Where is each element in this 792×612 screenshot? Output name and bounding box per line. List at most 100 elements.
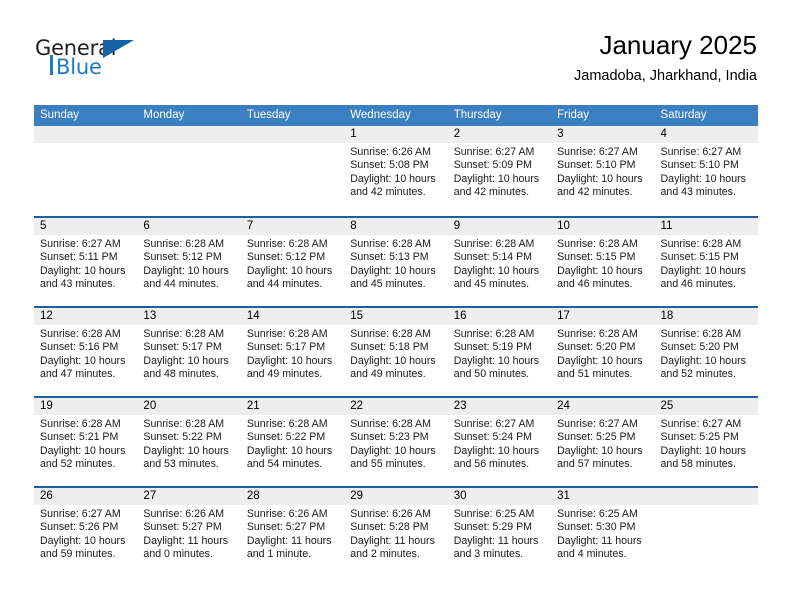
day-details: Sunrise: 6:25 AM Sunset: 5:30 PM Daylight:… — [551, 505, 655, 576]
calendar-day-cell[interactable]: 20 Sunrise: 6:28 AM Sunset: 5:22 PM Dayligh… — [137, 398, 241, 486]
day-details: Sunrise: 6:27 AM Sunset: 5:10 PM Daylight:… — [654, 143, 758, 214]
calendar-day-cell[interactable]: 15 Sunrise: 6:28 AM Sunset: 5:18 PM Dayligh… — [344, 308, 448, 396]
day-number: 7 — [240, 218, 345, 235]
day-detail-line: Sunset: 5:26 PM — [40, 521, 119, 534]
day-details: Sunrise: 6:28 AM Sunset: 5:15 PM Daylight:… — [654, 235, 758, 306]
calendar-cell-empty — [240, 126, 345, 216]
day-detail-line: Sunrise: 6:27 AM — [453, 146, 535, 158]
day-number: 15 — [344, 308, 448, 325]
day-number: 21 — [240, 398, 345, 415]
day-detail-line: Sunrise: 6:27 AM — [557, 146, 638, 158]
weekday-header-tuesday: Tuesday — [246, 109, 291, 121]
day-number: 14 — [240, 308, 345, 325]
day-detail-line: Sunrise: 6:28 AM — [40, 418, 121, 430]
calendar-day-cell[interactable]: 18 Sunrise: 6:28 AM Sunset: 5:20 PM Dayligh… — [654, 308, 758, 396]
general-blue-logo[interactable]: General Blue — [35, 36, 155, 84]
day-number: 31 — [551, 488, 655, 505]
day-detail-line: Sunrise: 6:28 AM — [453, 328, 535, 340]
calendar-day-cell[interactable]: 28 Sunrise: 6:26 AM Sunset: 5:27 PM Dayligh… — [240, 488, 345, 576]
day-detail-line: Sunrise: 6:26 AM — [350, 146, 431, 158]
day-detail-line: Daylight: 10 hours — [660, 172, 746, 185]
calendar-page: General Blue January 2025 Jamadoba, Jhar… — [0, 0, 792, 612]
calendar-day-cell[interactable]: 7 Sunrise: 6:28 AM Sunset: 5:12 PM Daylight… — [240, 218, 345, 306]
calendar-day-cell[interactable]: 30 Sunrise: 6:25 AM Sunset: 5:29 PM Dayligh… — [447, 488, 552, 576]
day-detail-line: and 3 minutes. — [453, 548, 524, 561]
title-block: January 2025 Jamadoba, Jharkhand, India — [574, 28, 757, 87]
calendar-day-cell[interactable]: 6 Sunrise: 6:28 AM Sunset: 5:12 PM Daylight… — [137, 218, 241, 306]
day-details: Sunrise: 6:27 AM Sunset: 5:10 PM Daylight:… — [551, 143, 655, 214]
calendar-day-cell[interactable]: 21 Sunrise: 6:28 AM Sunset: 5:22 PM Dayligh… — [240, 398, 345, 486]
calendar-day-cell[interactable]: 22 Sunrise: 6:28 AM Sunset: 5:23 PM Dayligh… — [344, 398, 448, 486]
calendar-day-cell[interactable]: 23 Sunrise: 6:27 AM Sunset: 5:24 PM Dayligh… — [447, 398, 552, 486]
calendar-day-cell[interactable]: 26 Sunrise: 6:27 AM Sunset: 5:26 PM Dayligh… — [34, 488, 138, 576]
day-detail-line: Daylight: 10 hours — [453, 444, 540, 457]
day-details: Sunrise: 6:27 AM Sunset: 5:09 PM Daylight:… — [447, 143, 552, 214]
day-details: Sunrise: 6:27 AM Sunset: 5:25 PM Daylight:… — [551, 415, 655, 486]
day-detail-line: Daylight: 10 hours — [40, 534, 126, 547]
day-details: Sunrise: 6:28 AM Sunset: 5:17 PM Daylight:… — [240, 325, 345, 396]
day-detail-line: and 42 minutes. — [557, 186, 633, 199]
calendar-day-cell[interactable]: 16 Sunrise: 6:28 AM Sunset: 5:19 PM Dayligh… — [447, 308, 552, 396]
calendar-day-cell[interactable]: 1 Sunrise: 6:26 AM Sunset: 5:08 PM Daylight… — [344, 126, 448, 216]
calendar-day-cell[interactable]: 3 Sunrise: 6:27 AM Sunset: 5:10 PM Daylight… — [551, 126, 655, 216]
day-detail-line: Sunrise: 6:25 AM — [453, 508, 535, 520]
day-detail-line: Daylight: 10 hours — [40, 444, 126, 457]
calendar-week-row: 5 Sunrise: 6:27 AM Sunset: 5:11 PM Daylight… — [34, 216, 758, 306]
day-detail-line: Sunrise: 6:28 AM — [40, 328, 121, 340]
calendar-day-cell[interactable]: 10 Sunrise: 6:28 AM Sunset: 5:15 PM Dayligh… — [551, 218, 655, 306]
weekday-header-sunday: Sunday — [40, 109, 80, 121]
weekday-header-row: Sunday Monday Tuesday Wednesday Thursday Frid… — [34, 105, 758, 126]
day-number: 26 — [34, 488, 138, 505]
day-detail-line: and 53 minutes. — [143, 458, 219, 471]
calendar-day-cell[interactable]: 13 Sunrise: 6:28 AM Sunset: 5:17 PM Dayligh… — [137, 308, 241, 396]
day-detail-line: and 49 minutes. — [350, 368, 426, 381]
day-detail-line: Daylight: 11 hours — [143, 534, 229, 547]
day-number — [240, 126, 345, 143]
weekday-header-monday: Monday — [143, 109, 185, 121]
day-detail-line: and 56 minutes. — [453, 458, 530, 471]
day-detail-line: and 0 minutes. — [143, 548, 213, 561]
calendar-day-cell[interactable]: 2 Sunrise: 6:27 AM Sunset: 5:09 PM Daylight… — [447, 126, 552, 216]
day-detail-line: Sunrise: 6:26 AM — [350, 508, 431, 520]
weekday-header-friday: Friday — [557, 109, 590, 121]
calendar-day-cell[interactable]: 11 Sunrise: 6:28 AM Sunset: 5:15 PM Dayligh… — [654, 218, 758, 306]
calendar-day-cell[interactable]: 17 Sunrise: 6:28 AM Sunset: 5:20 PM Dayligh… — [551, 308, 655, 396]
day-detail-line: and 1 minute. — [246, 548, 312, 561]
day-detail-line: Sunrise: 6:28 AM — [660, 328, 742, 340]
day-details — [654, 505, 758, 576]
day-detail-line: Sunrise: 6:27 AM — [40, 508, 121, 520]
calendar-day-cell[interactable]: 5 Sunrise: 6:27 AM Sunset: 5:11 PM Daylight… — [34, 218, 138, 306]
day-detail-line: Sunset: 5:11 PM — [40, 251, 118, 264]
calendar-day-cell[interactable]: 8 Sunrise: 6:28 AM Sunset: 5:13 PM Daylight… — [344, 218, 448, 306]
calendar-day-cell[interactable]: 29 Sunrise: 6:26 AM Sunset: 5:28 PM Dayligh… — [344, 488, 448, 576]
day-detail-line: Sunset: 5:20 PM — [660, 341, 739, 354]
day-detail-line: Sunset: 5:15 PM — [660, 251, 739, 264]
calendar-day-cell[interactable]: 9 Sunrise: 6:28 AM Sunset: 5:14 PM Daylight… — [447, 218, 552, 306]
calendar-day-cell[interactable]: 14 Sunrise: 6:28 AM Sunset: 5:17 PM Dayligh… — [240, 308, 345, 396]
calendar-day-cell[interactable]: 4 Sunrise: 6:27 AM Sunset: 5:10 PM Daylight… — [654, 126, 758, 216]
calendar-day-cell[interactable]: 31 Sunrise: 6:25 AM Sunset: 5:30 PM Dayligh… — [551, 488, 655, 576]
day-number: 3 — [551, 126, 655, 143]
day-detail-line: Daylight: 10 hours — [557, 264, 643, 277]
calendar-weeks: 1 Sunrise: 6:26 AM Sunset: 5:08 PM Daylight… — [34, 126, 758, 576]
calendar-day-cell[interactable]: 24 Sunrise: 6:27 AM Sunset: 5:25 PM Dayligh… — [551, 398, 655, 486]
day-detail-line: Daylight: 10 hours — [557, 354, 643, 367]
calendar-day-cell[interactable]: 25 Sunrise: 6:27 AM Sunset: 5:25 PM Dayligh… — [654, 398, 758, 486]
calendar-day-cell[interactable]: 19 Sunrise: 6:28 AM Sunset: 5:21 PM Dayligh… — [34, 398, 138, 486]
day-detail-line: Daylight: 10 hours — [660, 354, 746, 367]
day-detail-line: Daylight: 10 hours — [246, 354, 333, 367]
day-detail-line: and 47 minutes. — [40, 368, 116, 381]
day-detail-line: Sunrise: 6:27 AM — [660, 418, 742, 430]
day-details: Sunrise: 6:28 AM Sunset: 5:20 PM Daylight:… — [654, 325, 758, 396]
calendar-day-cell[interactable]: 27 Sunrise: 6:26 AM Sunset: 5:27 PM Dayligh… — [137, 488, 241, 576]
logo-text-blue: Blue — [56, 55, 102, 79]
day-detail-line: Sunrise: 6:26 AM — [143, 508, 225, 520]
day-detail-line: Sunrise: 6:28 AM — [143, 238, 225, 250]
calendar-day-cell[interactable]: 12 Sunrise: 6:28 AM Sunset: 5:16 PM Dayligh… — [34, 308, 138, 396]
day-detail-line: and 46 minutes. — [557, 278, 633, 291]
day-detail-line: and 59 minutes. — [40, 548, 116, 561]
day-detail-line: Sunrise: 6:27 AM — [40, 238, 121, 250]
day-details: Sunrise: 6:28 AM Sunset: 5:21 PM Daylight:… — [34, 415, 138, 486]
day-number: 24 — [551, 398, 655, 415]
day-detail-line: Daylight: 10 hours — [350, 354, 436, 367]
